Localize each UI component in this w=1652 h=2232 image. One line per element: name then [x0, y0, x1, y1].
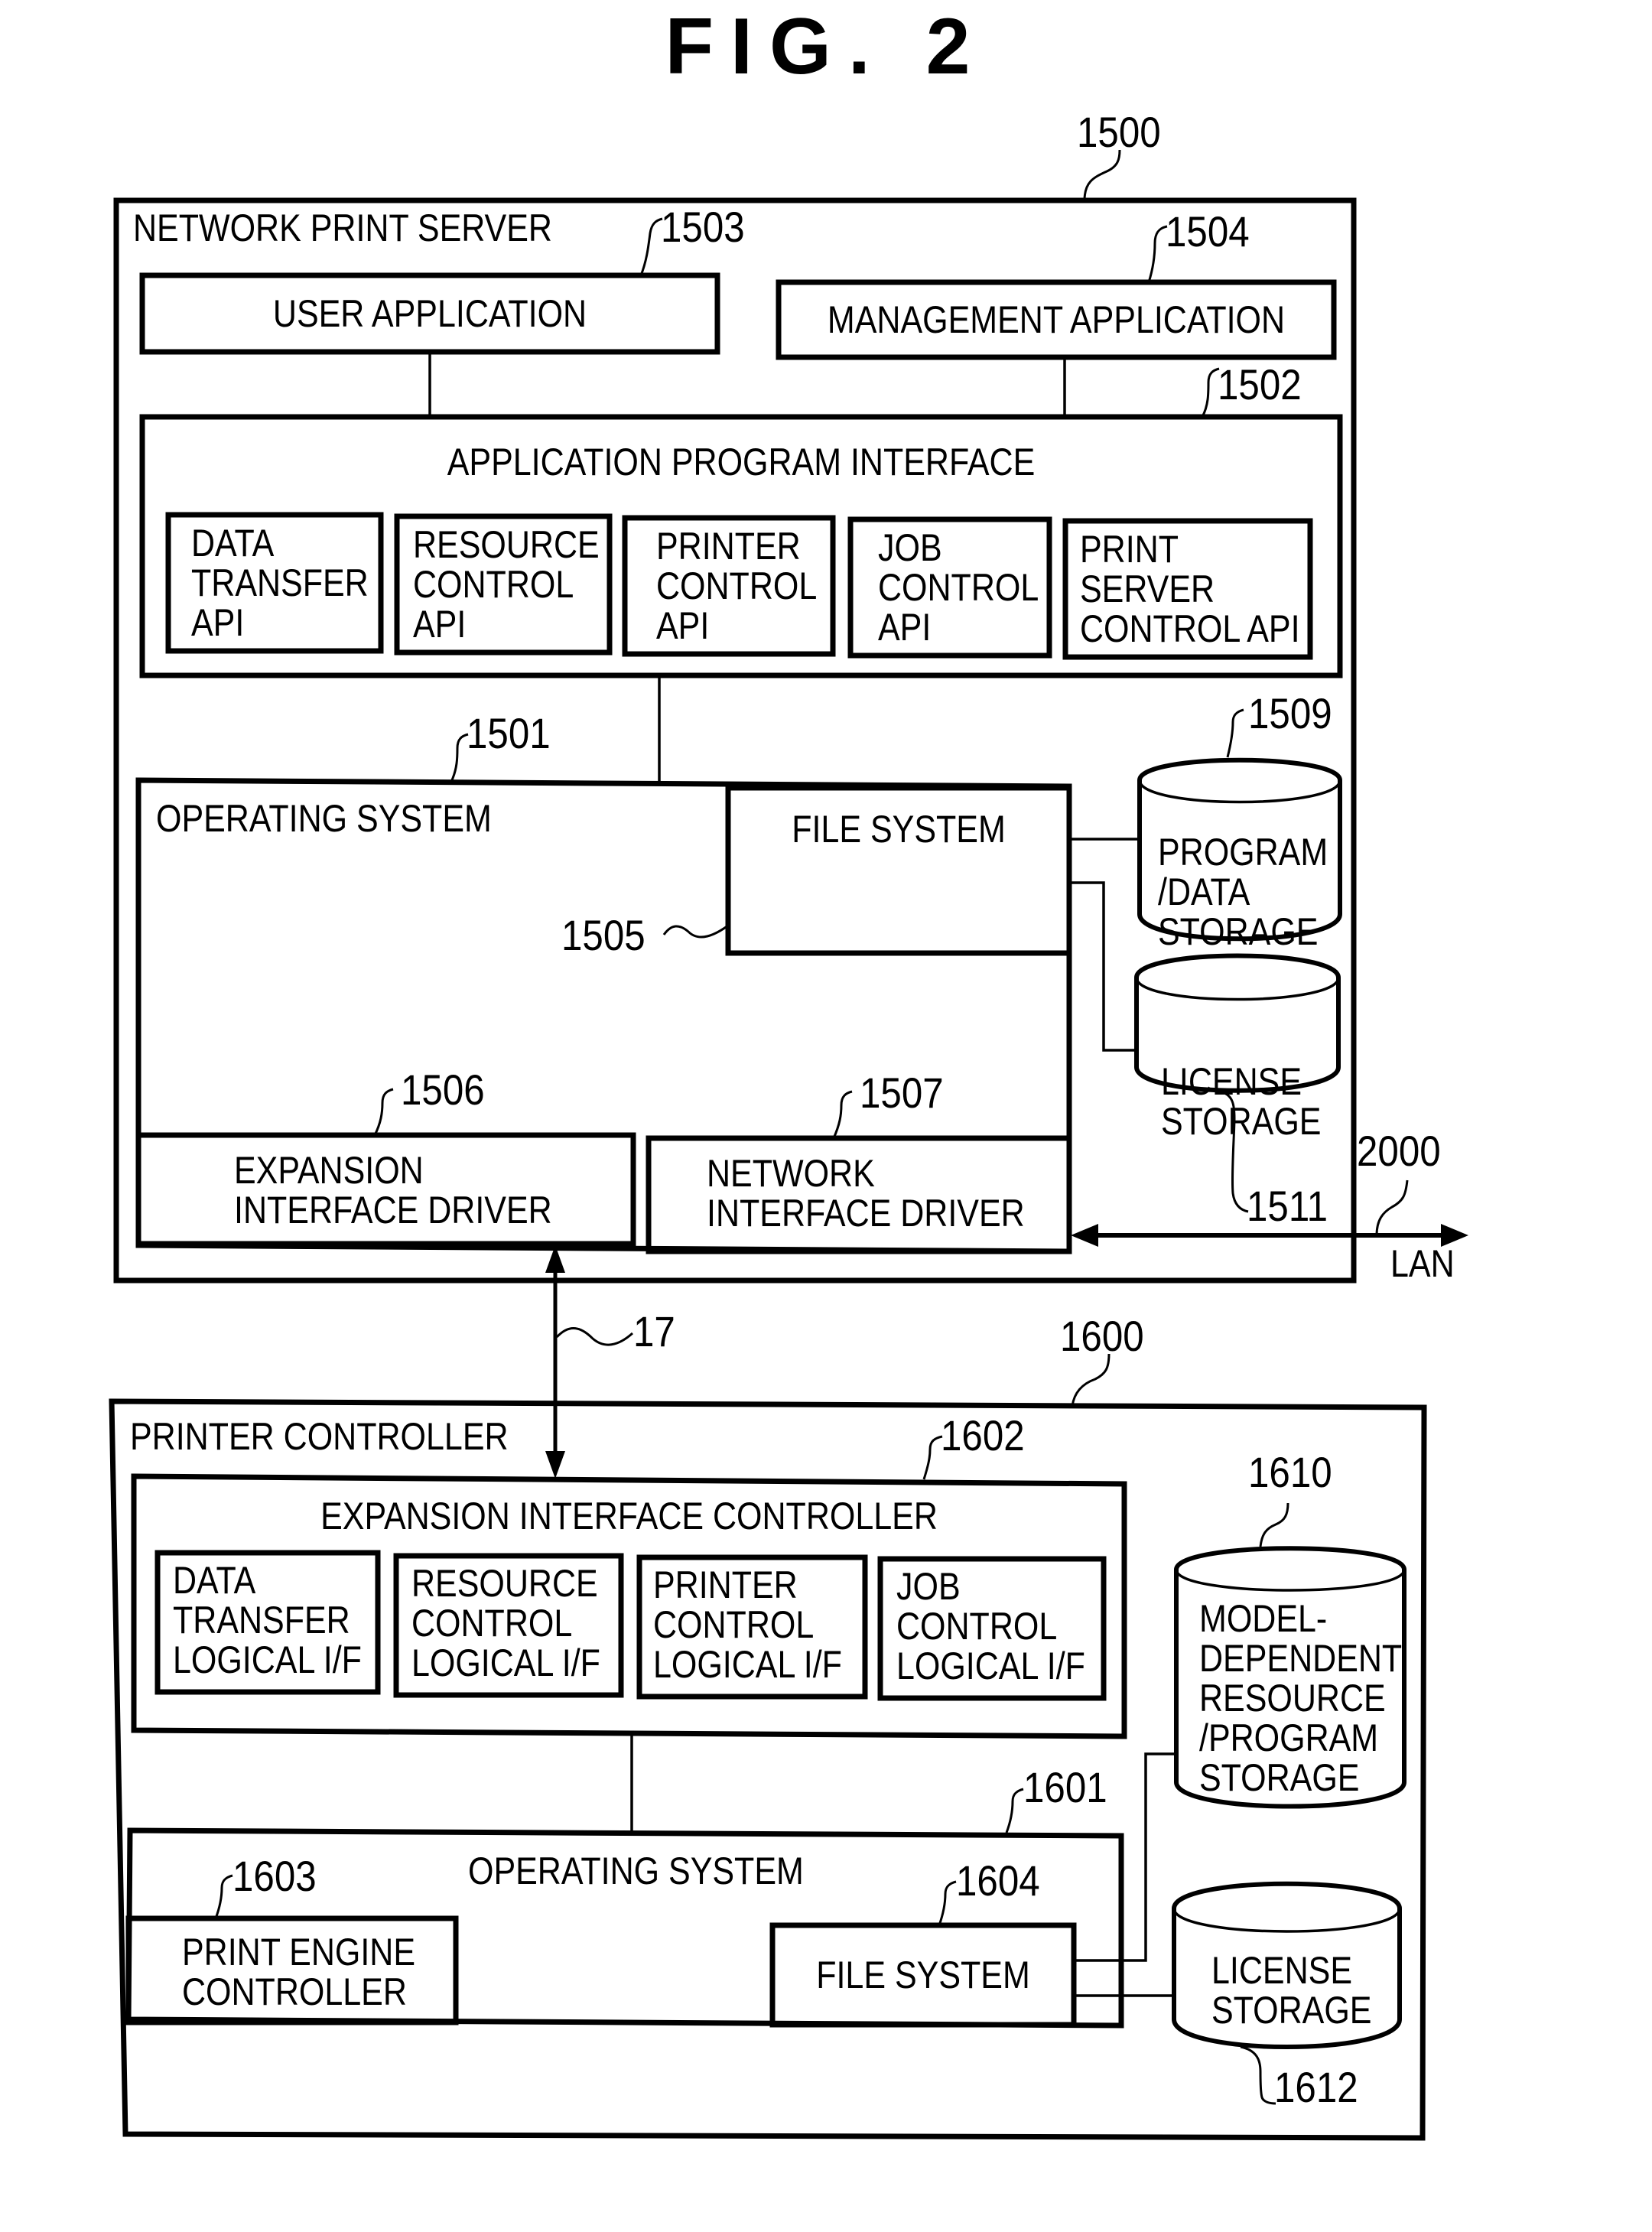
ref-1604: 1604: [956, 1856, 1040, 1905]
ref-1612: 1612: [1274, 2063, 1358, 2111]
ref-1506: 1506: [401, 1066, 485, 1114]
connector-fs-license-storage: [1069, 881, 1137, 1052]
ref-1602: 1602: [941, 1411, 1025, 1459]
controller-file-system-label: FILE SYSTEM: [816, 1954, 1030, 1996]
leader-1509: [1226, 708, 1244, 758]
ref-1511: 1511: [1247, 1182, 1328, 1230]
ref-1503: 1503: [661, 203, 745, 251]
leader-1602: [922, 1435, 943, 1480]
api-module-data-transfer: DATA TRANSFER API: [191, 522, 369, 644]
model-dependent-storage-label: MODEL- DEPENDENT RESOURCE /PROGRAM STORA…: [1199, 1597, 1403, 1799]
print-engine-controller-label: PRINT ENGINE CONTROLLER: [182, 1931, 416, 2013]
printer-controller-label: PRINTER CONTROLLER: [130, 1415, 509, 1458]
leader-1600: [1071, 1353, 1111, 1407]
eic-module-resource-control: RESOURCE CONTROL LOGICAL I/F: [411, 1562, 600, 1684]
leader-1603: [214, 1874, 233, 1919]
leader-1504: [1147, 225, 1168, 283]
leader-1612: [1240, 2045, 1276, 2105]
leader-1501: [450, 733, 469, 783]
ref-2000: 2000: [1357, 1127, 1441, 1175]
eic-module-job-control: JOB CONTROL LOGICAL I/F: [896, 1565, 1085, 1687]
management-application-label: MANAGEMENT APPLICATION: [827, 298, 1286, 341]
eic-module-printer-control: PRINTER CONTROL LOGICAL I/F: [653, 1563, 842, 1686]
ref-1601: 1601: [1023, 1763, 1107, 1811]
leader-1500: [1083, 149, 1121, 201]
program-data-storage-label: PROGRAM /DATA STORAGE: [1158, 831, 1328, 953]
ref-1505: 1505: [561, 911, 646, 959]
ref-1600: 1600: [1060, 1312, 1144, 1360]
api-module-printer-control: PRINTER CONTROL API: [656, 525, 818, 647]
controller-license-storage-label: LICENSE STORAGE: [1211, 1949, 1372, 2032]
leader-2000: [1375, 1179, 1409, 1236]
server-license-storage-label: LICENSE STORAGE: [1161, 1060, 1322, 1143]
server-file-system-label: FILE SYSTEM: [792, 808, 1006, 851]
ref-1507: 1507: [860, 1069, 944, 1117]
bus-arrow-down: [545, 1451, 565, 1479]
leader-1503: [639, 217, 663, 276]
ref-1603: 1603: [233, 1852, 317, 1900]
figure-title: FIG. 2: [665, 2, 987, 91]
ref-1509: 1509: [1248, 689, 1332, 737]
ref-1610: 1610: [1248, 1448, 1332, 1496]
leader-1507: [832, 1090, 853, 1139]
expansion-interface-driver-label: EXPANSION INTERFACE DRIVER: [234, 1149, 552, 1232]
leader-1505: [662, 924, 729, 939]
leader-1604: [938, 1880, 957, 1926]
api-label: APPLICATION PROGRAM INTERFACE: [447, 441, 1036, 483]
network-print-server-label: NETWORK PRINT SERVER: [133, 207, 552, 249]
eic-module-data-transfer: DATA TRANSFER LOGICAL I/F: [173, 1559, 362, 1681]
user-application-label: USER APPLICATION: [272, 292, 587, 335]
ref-1501: 1501: [467, 709, 551, 757]
leader-1610: [1259, 1502, 1289, 1547]
leader-1502: [1201, 367, 1220, 418]
leader-1601: [1005, 1788, 1024, 1833]
api-module-print-server-control: PRINT SERVER CONTROL API: [1080, 528, 1300, 650]
api-module-resource-control: RESOURCE CONTROL API: [413, 523, 600, 646]
leader-1506: [373, 1088, 394, 1136]
expansion-interface-controller-label: EXPANSION INTERFACE CONTROLLER: [320, 1495, 938, 1537]
lan-label: LAN: [1390, 1242, 1455, 1285]
server-os-label: OPERATING SYSTEM: [156, 797, 492, 840]
lan-arrow-left: [1071, 1224, 1098, 1247]
api-module-job-control: JOB CONTROL API: [878, 526, 1039, 649]
ref-1502: 1502: [1218, 360, 1302, 408]
leader-17: [555, 1327, 633, 1346]
ref-1500: 1500: [1077, 108, 1161, 156]
network-interface-driver-label: NETWORK INTERFACE DRIVER: [707, 1152, 1025, 1235]
ref-17: 17: [633, 1307, 675, 1355]
controller-os-label: OPERATING SYSTEM: [468, 1850, 804, 1892]
ref-1504: 1504: [1166, 207, 1250, 255]
